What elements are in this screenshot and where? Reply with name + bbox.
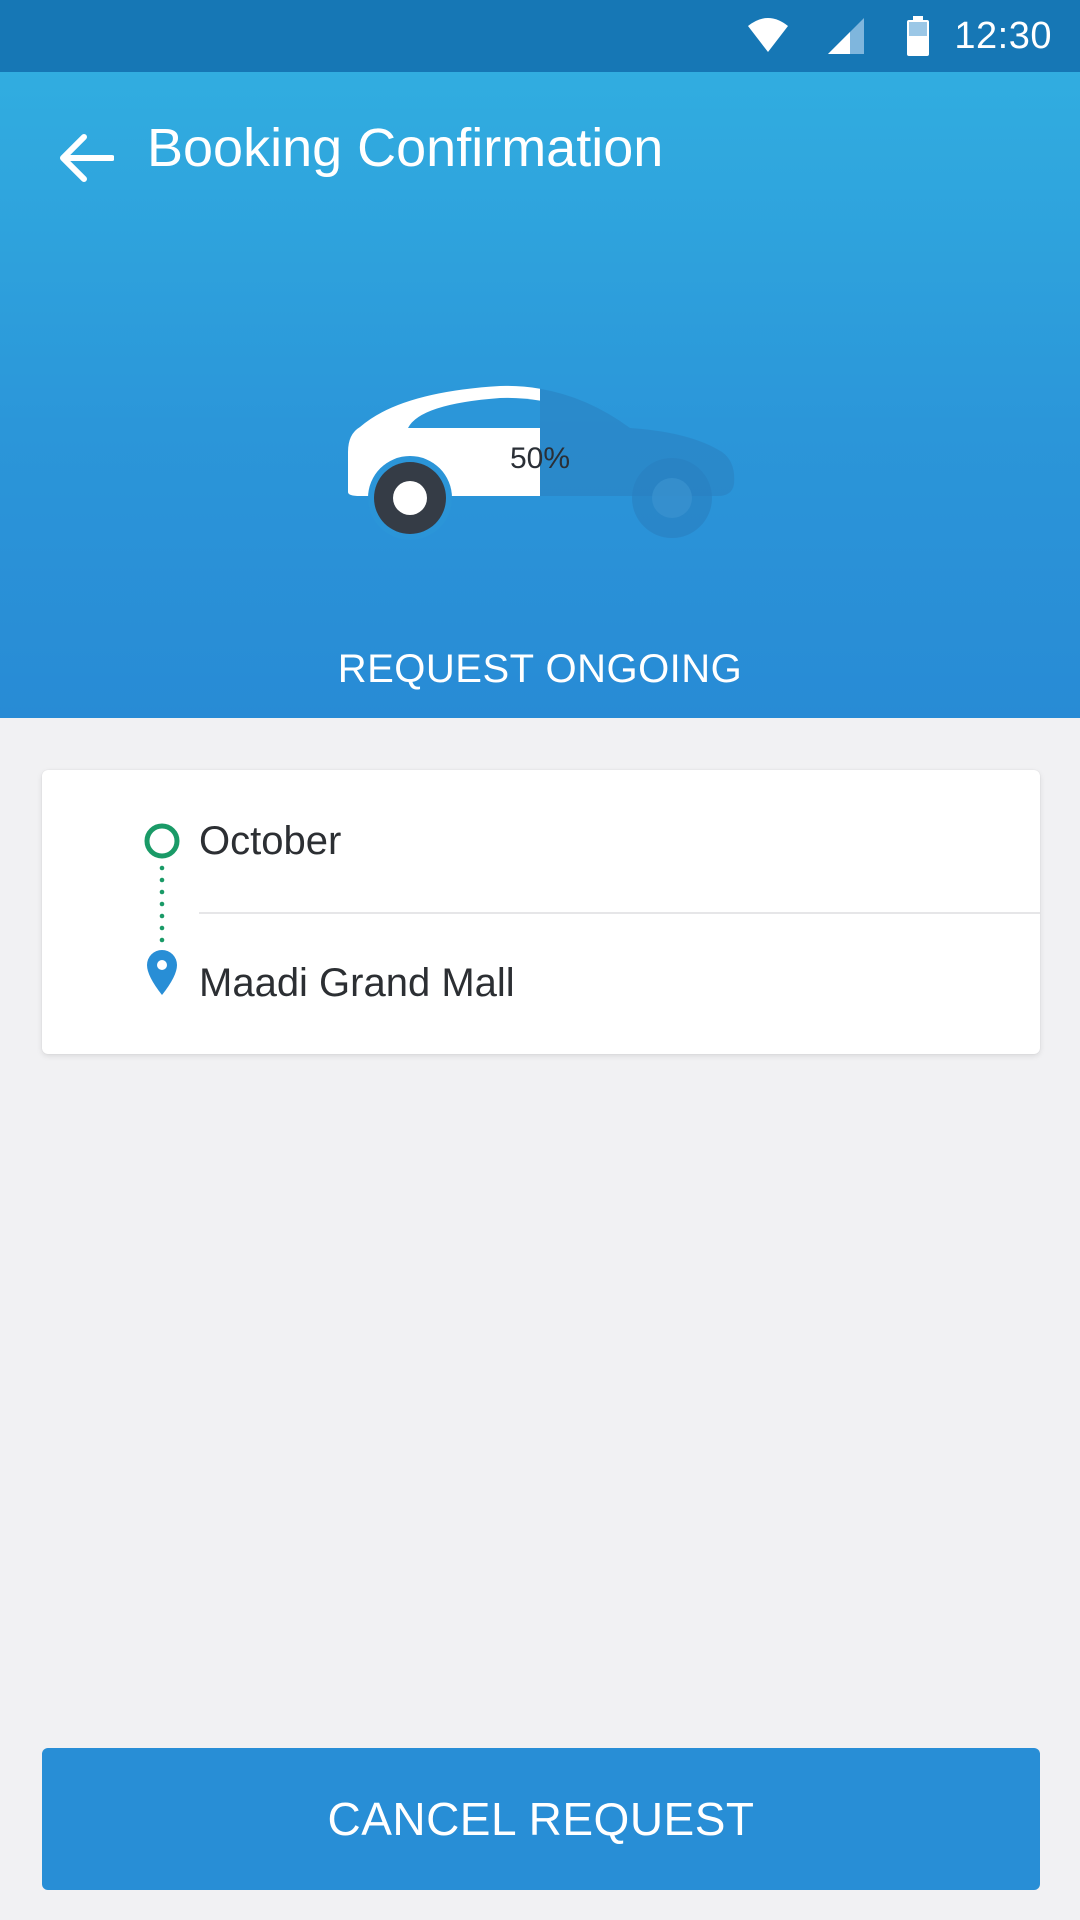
status-bar: 12:30 [0,0,1080,72]
request-status-text: REQUEST ONGOING [337,647,743,691]
back-button[interactable] [48,120,124,196]
dropoff-row[interactable]: Maadi Grand Mall [42,912,1040,1054]
dropoff-location: Maadi Grand Mall [199,961,515,1005]
route-card: October Maadi Grand Mall [42,770,1040,1054]
battery-icon [906,16,930,56]
app-bar: Booking Confirmation [0,72,1080,232]
status-icons: 12:30 [746,0,1052,72]
arrow-left-icon [60,134,114,182]
progress-percent-label: 50% [509,442,571,475]
pickup-row[interactable]: October [42,770,1040,912]
cellular-signal-icon [828,18,866,54]
page-title: Booking Confirmation [147,118,664,178]
wifi-icon [746,16,790,56]
booking-header: Booking Confirmation 50% REQUEST ONGOING [0,72,1080,718]
pickup-location: October [199,819,342,863]
status-clock: 12:30 [954,14,1052,57]
cancel-request-button[interactable]: CANCEL REQUEST [42,1748,1040,1890]
